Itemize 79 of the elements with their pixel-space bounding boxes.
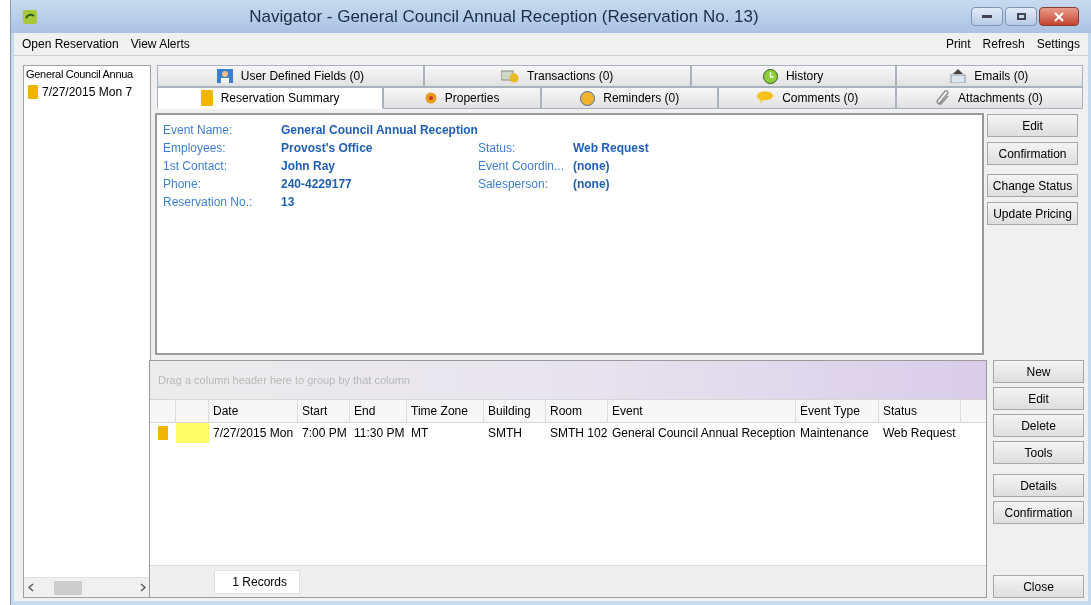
field-value: General Council Annual Reception bbox=[281, 122, 478, 139]
tab[interactable]: Emails (0) bbox=[895, 65, 1083, 87]
table-cell-text: MT bbox=[410, 425, 430, 442]
field-value: 13 bbox=[281, 194, 296, 211]
column-header[interactable]: Building bbox=[484, 400, 546, 422]
field-label: Event Name: bbox=[163, 122, 234, 139]
action-button[interactable]: Close bbox=[993, 575, 1084, 598]
table-cell-text: SMTH 102 bbox=[549, 425, 608, 442]
app-logo-icon bbox=[23, 9, 37, 24]
field-label: Employees: bbox=[163, 140, 227, 157]
tab[interactable]: Reminders (0) bbox=[541, 87, 719, 109]
action-button[interactable]: Details bbox=[993, 474, 1084, 497]
table-cell-text: 7:00 PM bbox=[301, 425, 348, 442]
field-label: 1st Contact: bbox=[163, 158, 229, 175]
minimize-button[interactable] bbox=[971, 7, 1003, 26]
field-label: Event Coordin... bbox=[477, 158, 565, 175]
column-header[interactable]: End bbox=[350, 400, 407, 422]
table-cell-text: SMTH bbox=[487, 425, 523, 442]
field-label: Phone: bbox=[163, 176, 203, 193]
window-title: Navigator - General Council Annual Reception (Reservation No. 13) bbox=[249, 6, 759, 26]
column-header[interactable]: Time Zone bbox=[407, 400, 484, 422]
field-label: Status: bbox=[477, 140, 517, 157]
horizontal-scrollbar[interactable] bbox=[24, 577, 150, 597]
sidebar-item[interactable]: 7/27/2015 Mon 7 bbox=[24, 82, 150, 101]
speech-bubble-icon bbox=[756, 91, 775, 105]
tab[interactable]: Attachments (0) bbox=[895, 87, 1083, 109]
money-icon bbox=[501, 69, 520, 83]
table-cell-text: General Council Annual Reception bbox=[611, 425, 796, 442]
tab[interactable]: History bbox=[690, 65, 896, 87]
envelope-icon bbox=[950, 69, 967, 83]
action-button[interactable]: Delete bbox=[993, 414, 1084, 437]
action-button[interactable]: Edit bbox=[993, 387, 1084, 410]
clock-icon bbox=[762, 68, 778, 84]
table-cell-text: Maintenance bbox=[799, 425, 870, 442]
table-cell-text: 11:30 PM bbox=[353, 425, 406, 442]
menu-item[interactable]: Print bbox=[941, 35, 971, 53]
column-header[interactable]: Event Type bbox=[796, 400, 879, 422]
menu-item[interactable]: Settings bbox=[1032, 35, 1080, 53]
field-value: (none) bbox=[572, 158, 611, 175]
paperclip-icon bbox=[936, 90, 951, 106]
menu-item[interactable]: View Alerts bbox=[130, 35, 190, 53]
action-button[interactable]: New bbox=[993, 360, 1084, 383]
maximize-button[interactable] bbox=[1005, 7, 1037, 26]
record-count: 1 Records bbox=[214, 569, 300, 594]
field-value: (none) bbox=[572, 176, 611, 193]
scrollbar-thumb[interactable] bbox=[54, 580, 82, 595]
tab[interactable]: Properties bbox=[383, 87, 542, 109]
tab[interactable]: Comments (0) bbox=[718, 87, 896, 109]
field-value: Provost's Office bbox=[281, 140, 374, 157]
column-header[interactable]: Date bbox=[209, 400, 298, 422]
menu-item[interactable]: Open Reservation bbox=[22, 35, 119, 53]
sidebar-header: General Council Annua bbox=[25, 67, 134, 82]
table-cell-text: Web Request bbox=[882, 425, 957, 442]
column-header[interactable]: Status bbox=[879, 400, 961, 422]
note-icon bbox=[28, 84, 38, 99]
action-button[interactable]: Update Pricing bbox=[987, 202, 1078, 225]
tab[interactable]: Transactions (0) bbox=[423, 65, 691, 87]
action-button[interactable]: Tools bbox=[993, 441, 1084, 464]
close-button[interactable] bbox=[1039, 7, 1079, 26]
tab[interactable]: User Defined Fields (0) bbox=[157, 65, 424, 87]
note-icon bbox=[200, 90, 213, 106]
column-header[interactable]: Room bbox=[546, 400, 608, 422]
field-value: Web Request bbox=[572, 140, 649, 157]
tab[interactable]: Reservation Summary bbox=[157, 87, 384, 109]
person-icon bbox=[216, 69, 233, 83]
table-cell-text: 7/27/2015 Mon bbox=[212, 425, 295, 442]
field-label: Salesperson: bbox=[477, 176, 549, 193]
note-icon bbox=[158, 426, 168, 440]
action-button[interactable]: Change Status bbox=[987, 174, 1078, 197]
field-label: Reservation No.: bbox=[163, 194, 254, 211]
field-value: 240-4229177 bbox=[281, 176, 353, 193]
action-button[interactable]: Edit bbox=[987, 114, 1078, 137]
action-button[interactable]: Confirmation bbox=[987, 142, 1078, 165]
column-header[interactable]: Event bbox=[608, 400, 796, 422]
field-value: John Ray bbox=[281, 158, 336, 175]
action-button[interactable]: Confirmation bbox=[993, 501, 1084, 524]
close-icon bbox=[1054, 11, 1064, 22]
menu-item[interactable]: Refresh bbox=[978, 35, 1025, 53]
column-header[interactable]: Start bbox=[298, 400, 350, 422]
